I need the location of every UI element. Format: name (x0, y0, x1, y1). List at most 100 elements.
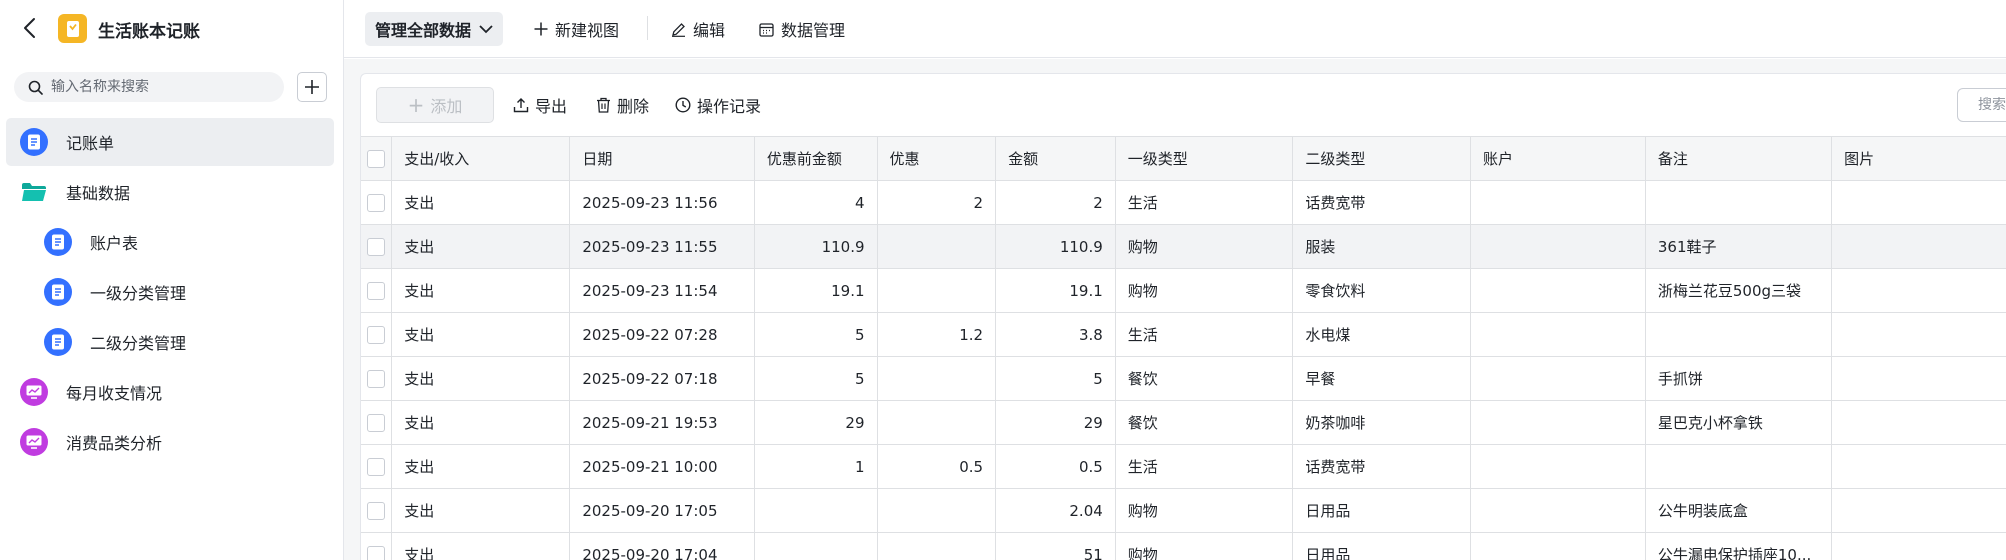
sidebar-search-input[interactable] (51, 79, 271, 95)
table-cell[interactable]: 2025-09-20 17:05 (569, 488, 755, 533)
table-cell[interactable]: 2025-09-23 11:55 (569, 224, 755, 269)
table-cell[interactable]: 3.8 (995, 312, 1116, 357)
sidebar-item-monthly[interactable]: 每月收支情况 (6, 368, 334, 416)
export-button[interactable]: 导出 (513, 87, 567, 123)
table-cell[interactable]: 2025-09-23 11:56 (569, 180, 755, 225)
table-cell[interactable]: 支出 (391, 180, 571, 225)
table-cell[interactable] (877, 356, 997, 401)
column-header[interactable]: 支出/收入 (391, 136, 571, 181)
table-cell[interactable]: 生活 (1115, 180, 1294, 225)
table-cell[interactable]: 29 (995, 400, 1116, 445)
view-selector[interactable]: 管理全部数据 (365, 12, 504, 46)
table-cell[interactable]: 日用品 (1292, 488, 1472, 533)
sidebar-item-category-1[interactable]: 一级分类管理 (30, 268, 334, 316)
table-cell[interactable] (877, 268, 997, 313)
table-cell[interactable]: 生活 (1115, 444, 1294, 489)
table-cell[interactable]: 2025-09-21 10:00 (569, 444, 755, 489)
row-checkbox[interactable] (367, 325, 386, 344)
select-all-checkbox[interactable] (367, 149, 386, 168)
delete-button[interactable]: 删除 (596, 87, 649, 123)
table-cell[interactable]: 支出 (391, 356, 571, 401)
table-row[interactable]: 支出 2025-09-21 10:00 1 0.5 0.5 生活 话费宽带 (361, 444, 2006, 489)
sidebar-item-category-analysis[interactable]: 消费品类分析 (6, 418, 334, 466)
table-row[interactable]: 支出 2025-09-23 11:56 4 2 2 生活 话费宽带 (361, 180, 2006, 225)
table-cell[interactable]: 110.9 (754, 224, 878, 269)
table-row[interactable]: 支出 2025-09-21 19:53 29 29 餐饮 奶茶咖啡 星巴克小杯拿铁 (361, 400, 2006, 445)
add-item-button[interactable] (297, 72, 327, 102)
table-row[interactable]: 支出 2025-09-20 17:05 2.04 购物 日用品 公牛明装底盒 (361, 488, 2006, 533)
edit-button[interactable]: 编辑 (671, 12, 725, 46)
table-cell[interactable] (1470, 444, 1646, 489)
table-cell[interactable]: 51 (995, 532, 1116, 560)
table-cell[interactable] (1470, 532, 1646, 560)
table-cell[interactable] (1831, 532, 2006, 560)
table-cell[interactable]: 话费宽带 (1292, 444, 1472, 489)
table-cell[interactable]: 2 (877, 180, 997, 225)
table-cell[interactable]: 19.1 (995, 268, 1116, 313)
table-cell[interactable]: 5 (754, 356, 878, 401)
table-cell[interactable]: 服装 (1292, 224, 1472, 269)
table-cell[interactable]: 购物 (1115, 268, 1294, 313)
table-cell[interactable] (877, 532, 997, 560)
column-header[interactable]: 账户 (1470, 136, 1646, 181)
sidebar-item-ledger[interactable]: 记账单 (6, 118, 334, 166)
table-cell[interactable] (1831, 180, 2006, 225)
table-cell[interactable]: 水电煤 (1292, 312, 1472, 357)
table-cell[interactable]: 5 (995, 356, 1116, 401)
table-cell[interactable]: 19.1 (754, 268, 878, 313)
table-cell[interactable]: 2025-09-21 19:53 (569, 400, 755, 445)
table-cell[interactable]: 浙梅兰花豆500g三袋 (1645, 268, 1833, 313)
data-manage-button[interactable]: 数据管理 (759, 12, 845, 46)
table-cell[interactable]: 2025-09-23 11:54 (569, 268, 755, 313)
table-cell[interactable]: 2025-09-22 07:18 (569, 356, 755, 401)
table-cell[interactable]: 生活 (1115, 312, 1294, 357)
table-cell[interactable] (1831, 312, 2006, 357)
table-cell[interactable]: 361鞋子 (1645, 224, 1833, 269)
table-cell[interactable] (1831, 488, 2006, 533)
row-checkbox[interactable] (367, 413, 386, 432)
table-row[interactable]: 支出 2025-09-20 17:04 51 购物 日用品 公牛漏电保护插座10... (361, 532, 2006, 560)
table-cell[interactable]: 0.5 (877, 444, 997, 489)
table-cell[interactable] (1645, 444, 1833, 489)
column-header[interactable]: 二级类型 (1292, 136, 1472, 181)
sidebar-item-base-data[interactable]: 基础数据 (6, 168, 334, 216)
table-cell[interactable]: 2025-09-22 07:28 (569, 312, 755, 357)
table-cell[interactable]: 零食饮料 (1292, 268, 1472, 313)
table-cell[interactable] (1470, 400, 1646, 445)
back-button[interactable] (18, 14, 40, 42)
table-row[interactable]: 支出 2025-09-22 07:28 5 1.2 3.8 生活 水电煤 (361, 312, 2006, 357)
table-search[interactable] (1957, 88, 2006, 122)
table-cell[interactable]: 支出 (391, 444, 571, 489)
table-cell[interactable] (754, 532, 878, 560)
column-header[interactable]: 图片 (1831, 136, 2006, 181)
table-cell[interactable] (1645, 180, 1833, 225)
row-checkbox[interactable] (367, 281, 386, 300)
table-cell[interactable] (1470, 312, 1646, 357)
table-cell[interactable]: 支出 (391, 312, 571, 357)
table-cell[interactable]: 餐饮 (1115, 400, 1294, 445)
table-cell[interactable]: 1.2 (877, 312, 997, 357)
sidebar-search[interactable] (14, 72, 284, 102)
table-cell[interactable] (877, 488, 997, 533)
row-checkbox[interactable] (367, 501, 386, 520)
sidebar-item-category-2[interactable]: 二级分类管理 (30, 318, 334, 366)
table-cell[interactable] (1831, 400, 2006, 445)
column-header[interactable]: 优惠前金额 (754, 136, 878, 181)
column-header[interactable]: 优惠 (877, 136, 997, 181)
column-header[interactable]: 金额 (995, 136, 1116, 181)
table-cell[interactable]: 5 (754, 312, 878, 357)
new-view-button[interactable]: 新建视图 (534, 12, 619, 46)
row-checkbox[interactable] (367, 457, 386, 476)
table-cell[interactable]: 1 (754, 444, 878, 489)
table-cell[interactable]: 29 (754, 400, 878, 445)
table-cell[interactable]: 2.04 (995, 488, 1116, 533)
row-checkbox[interactable] (367, 237, 386, 256)
table-cell[interactable]: 公牛漏电保护插座10... (1645, 532, 1833, 560)
table-cell[interactable] (1645, 312, 1833, 357)
table-cell[interactable] (1470, 356, 1646, 401)
table-cell[interactable] (877, 224, 997, 269)
table-cell[interactable]: 支出 (391, 532, 571, 560)
table-cell[interactable] (754, 488, 878, 533)
table-cell[interactable] (1470, 180, 1646, 225)
table-cell[interactable]: 日用品 (1292, 532, 1472, 560)
